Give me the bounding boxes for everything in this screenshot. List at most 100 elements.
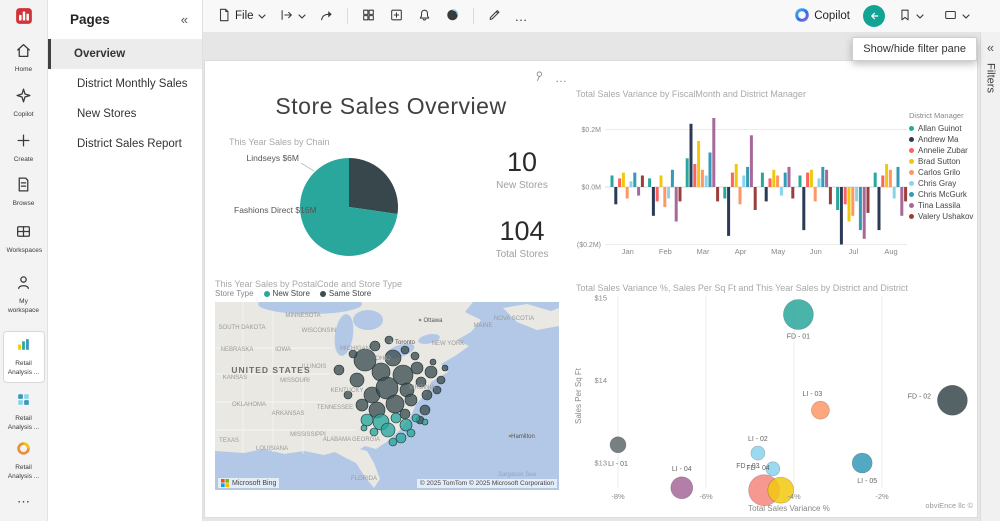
teal-arrow-badge[interactable]: [863, 5, 885, 27]
bar-chart-icon: [15, 336, 32, 358]
sticker-button[interactable]: [439, 4, 466, 29]
nav-home[interactable]: Home: [1, 42, 47, 75]
svg-text:FLORIDA: FLORIDA: [351, 476, 377, 482]
bing-logo-label: Microsoft Bing: [232, 480, 276, 487]
pin-icon[interactable]: [533, 69, 545, 87]
nav-copilot[interactable]: Copilot: [1, 87, 47, 120]
filter-pane-tooltip: Show/hide filter pane: [852, 37, 977, 61]
more-options-button[interactable]: …: [509, 5, 535, 28]
map-legend-same-store[interactable]: Same Store: [320, 289, 371, 298]
view-grid-button[interactable]: [355, 4, 382, 29]
collapse-pages-icon[interactable]: «: [181, 12, 188, 27]
nav-browse[interactable]: Browse: [1, 176, 47, 209]
chevron-down-icon: [916, 10, 924, 22]
column-chart[interactable]: $0.2M$0.0M($0.2M)JanFebMarAprMayJunJulAu…: [561, 99, 909, 267]
subscribe-button[interactable]: [411, 4, 438, 29]
edit-button[interactable]: [481, 4, 508, 29]
svg-text:KENTUCKY: KENTUCKY: [331, 388, 364, 394]
page-item-new-stores[interactable]: New Stores: [48, 99, 202, 129]
nav-report-retail-analysis-2[interactable]: Retail Analysis ...: [1, 391, 47, 433]
sales-map[interactable]: MINNESOTASOUTH DAKOTAWISCONSINMICHIGANIO…: [215, 302, 559, 490]
app-grid-icon: [15, 391, 32, 413]
pages-pane: Pages « Overview District Monthly Sales …: [48, 0, 203, 521]
svg-text:MAINE: MAINE: [473, 323, 492, 329]
file-menu-button[interactable]: File: [211, 4, 272, 29]
map-canvas[interactable]: MINNESOTASOUTH DAKOTAWISCONSINMICHIGANIO…: [215, 302, 559, 490]
plus-icon: [15, 132, 32, 154]
legend-dot: [264, 291, 270, 297]
nav-create[interactable]: Create: [1, 132, 47, 165]
legend-item[interactable]: Brad Sutton: [909, 156, 979, 167]
page-item-district-monthly-sales[interactable]: District Monthly Sales: [48, 69, 202, 99]
pencil-icon: [487, 8, 502, 25]
legend-item[interactable]: Chris McGurk: [909, 189, 979, 200]
nav-my-workspace-label: My workspace: [7, 298, 41, 316]
svg-text:Apr: Apr: [735, 247, 747, 256]
report-canvas: Show/hide filter pane … Store Sales Over…: [203, 32, 980, 521]
bookmark-icon: [898, 8, 912, 25]
copilot-button[interactable]: Copilot: [788, 3, 856, 30]
bell-icon: [417, 8, 432, 25]
svg-text:Feb: Feb: [659, 247, 672, 256]
svg-text:Toronto: Toronto: [395, 340, 416, 346]
svg-text:TEXAS: TEXAS: [219, 438, 239, 444]
svg-text:TENNESSEE: TENNESSEE: [317, 405, 353, 411]
page-item-overview[interactable]: Overview: [48, 39, 202, 69]
svg-text:IOWA: IOWA: [275, 347, 291, 353]
export-button[interactable]: [273, 4, 312, 29]
svg-text:NEW YORK: NEW YORK: [432, 341, 465, 347]
toolbar-divider: [473, 8, 474, 24]
nav-create-label: Create: [14, 156, 34, 165]
svg-text:UNITED STATES: UNITED STATES: [231, 365, 310, 375]
svg-text:FD - 02: FD - 02: [908, 393, 931, 400]
svg-text:LI - 03: LI - 03: [802, 391, 822, 398]
nav-report-retail-analysis-3[interactable]: Retail Analysis ...: [1, 440, 47, 482]
legend-item[interactable]: Allan Guinot: [909, 123, 979, 134]
visual-more-icon[interactable]: …: [555, 71, 567, 85]
legend-label: Chris Gray: [918, 179, 956, 188]
legend-item[interactable]: Andrew Ma: [909, 134, 979, 145]
svg-text:($0.2M): ($0.2M): [577, 242, 601, 249]
legend-label: Chris McGurk: [918, 190, 967, 199]
svg-text:Hamilton: Hamilton: [511, 434, 535, 440]
nav-report-retail-analysis-1[interactable]: Retail Analysis ...: [3, 331, 45, 383]
svg-text:SOUTH DAKOTA: SOUTH DAKOTA: [219, 325, 266, 331]
legend-dot: [909, 159, 914, 164]
legend-item[interactable]: Valery Ushakov: [909, 211, 979, 222]
svg-text:Ottawa: Ottawa: [423, 318, 443, 324]
legend-item[interactable]: Tina Lassila: [909, 200, 979, 211]
copilot-logo-icon: [794, 7, 810, 26]
nav-workspaces[interactable]: Workspaces: [1, 223, 47, 256]
nav-report-label: Retail Analysis ...: [7, 464, 41, 482]
share-button[interactable]: [313, 4, 340, 29]
legend-item[interactable]: Annelie Zubar: [909, 145, 979, 156]
svg-text:Jun: Jun: [810, 247, 822, 256]
expand-filters-icon[interactable]: «: [987, 40, 994, 55]
page-item-district-sales-report[interactable]: District Sales Report: [48, 129, 202, 159]
content-row: Show/hide filter pane … Store Sales Over…: [203, 32, 1000, 521]
toolbar-divider: [347, 8, 348, 24]
svg-text:FD - 04: FD - 04: [746, 465, 769, 472]
scatter-chart[interactable]: LI - 01LI - 04LI - 02FD - 03FD - 04FD - …: [571, 291, 975, 513]
filters-pane-collapsed: « Filters: [980, 32, 1000, 521]
legend-item[interactable]: Chris Gray: [909, 178, 979, 189]
view-mode-button[interactable]: [937, 4, 976, 29]
bookmarks-button[interactable]: [892, 4, 930, 29]
svg-text:-6%: -6%: [699, 492, 713, 501]
legend-dot: [320, 291, 326, 297]
legend-item[interactable]: Carlos Grilo: [909, 167, 979, 178]
bing-logo[interactable]: Microsoft Bing: [218, 478, 279, 488]
more-icon: …: [515, 9, 529, 24]
add-button[interactable]: [383, 4, 410, 29]
toolbar-right-group: Copilot: [788, 3, 992, 30]
svg-text:ARKANSAS: ARKANSAS: [272, 411, 305, 417]
svg-text:Sales Per Sq Ft: Sales Per Sq Ft: [574, 367, 583, 424]
powerbi-logo[interactable]: [15, 7, 33, 30]
pages-title: Pages: [70, 12, 110, 27]
nav-my-workspace[interactable]: My workspace: [1, 274, 47, 316]
visual-hover-toolbar: …: [533, 69, 567, 87]
svg-text:$15: $15: [594, 294, 607, 303]
map-legend-new-store[interactable]: New Store: [264, 289, 310, 298]
filters-pane-label[interactable]: Filters: [985, 63, 997, 93]
nav-more-button[interactable]: ⋯: [17, 494, 30, 510]
